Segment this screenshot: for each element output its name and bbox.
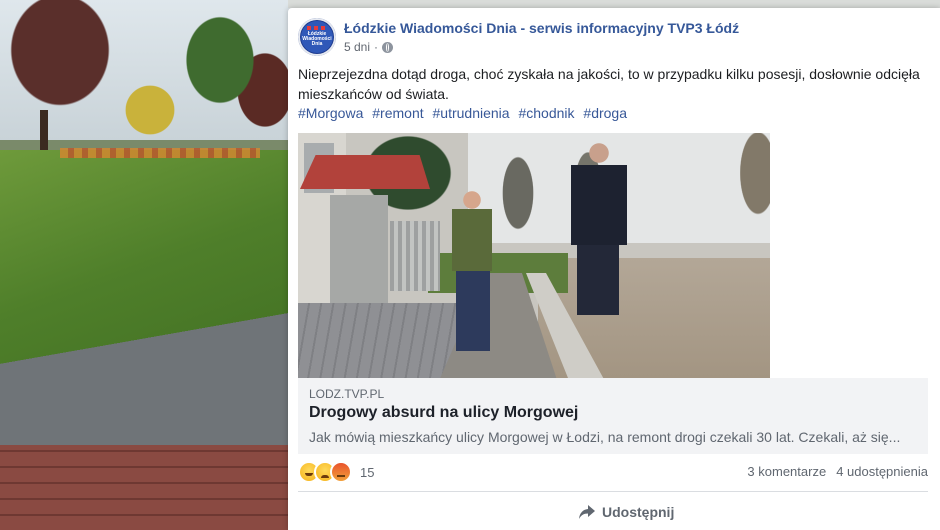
share-arrow-icon bbox=[579, 505, 595, 519]
image-man-climbing bbox=[446, 191, 498, 361]
background-flowerbed bbox=[60, 148, 260, 158]
link-preview-image-padding bbox=[770, 133, 928, 378]
image-fence bbox=[390, 221, 440, 291]
hashtag-link[interactable]: #chodnik bbox=[518, 105, 574, 121]
page-avatar[interactable]: Łódzkie Wiadomości Dnia bbox=[298, 18, 336, 56]
link-description: Jak mówią mieszkańcy ulicy Morgowej w Ło… bbox=[309, 429, 901, 445]
angry-reaction-icon bbox=[330, 461, 352, 483]
link-preview-image[interactable] bbox=[298, 133, 770, 378]
share-button[interactable]: Udostępnij bbox=[578, 500, 674, 524]
engagement-counts: 3 komentarze 4 udostępnienia bbox=[747, 464, 928, 479]
shares-count-link[interactable]: 4 udostępnienia bbox=[836, 464, 928, 479]
facebook-post-card: Łódzkie Wiadomości Dnia Łódzkie Wiadomoś… bbox=[288, 8, 940, 530]
hashtag-link[interactable]: #Morgowa bbox=[298, 105, 363, 121]
post-meta: 5 dni · bbox=[344, 40, 394, 54]
image-gatepost bbox=[330, 195, 388, 311]
avatar-dots bbox=[307, 26, 327, 30]
hashtag-link[interactable]: #droga bbox=[583, 105, 627, 121]
page-name-link[interactable]: Łódzkie Wiadomości Dnia - serwis informa… bbox=[344, 20, 739, 36]
background-paving bbox=[0, 445, 300, 530]
post-text: Nieprzejezdna dotąd droga, choć zyskała … bbox=[298, 66, 920, 102]
action-divider bbox=[298, 491, 928, 492]
link-domain: LODZ.TVP.PL bbox=[309, 387, 385, 401]
reaction-count: 15 bbox=[360, 464, 375, 480]
share-label: Udostępnij bbox=[602, 504, 675, 520]
meta-separator: · bbox=[374, 40, 379, 54]
reactions-summary[interactable]: 15 bbox=[298, 461, 375, 483]
comments-count-link[interactable]: 3 komentarze bbox=[747, 464, 826, 479]
hashtag-link[interactable]: #utrudnienia bbox=[433, 105, 510, 121]
hashtag-list: #Morgowa #remont #utrudnienia #chodnik #… bbox=[298, 105, 632, 121]
post-timestamp[interactable]: 5 dni bbox=[344, 40, 370, 54]
image-man-helping bbox=[563, 143, 635, 318]
image-roof bbox=[300, 155, 430, 189]
post-header: Łódzkie Wiadomości Dnia Łódzkie Wiadomoś… bbox=[298, 18, 930, 58]
hashtag-link[interactable]: #remont bbox=[372, 105, 423, 121]
link-preview-body[interactable]: LODZ.TVP.PL Drogowy absurd na ulicy Morg… bbox=[298, 378, 928, 454]
avatar-logo-text: Łódzkie Wiadomości Dnia bbox=[302, 31, 332, 47]
globe-icon bbox=[382, 41, 394, 53]
link-title[interactable]: Drogowy absurd na ulicy Morgowej bbox=[309, 404, 578, 422]
background-road bbox=[0, 300, 300, 460]
background-top-strip bbox=[288, 0, 940, 8]
